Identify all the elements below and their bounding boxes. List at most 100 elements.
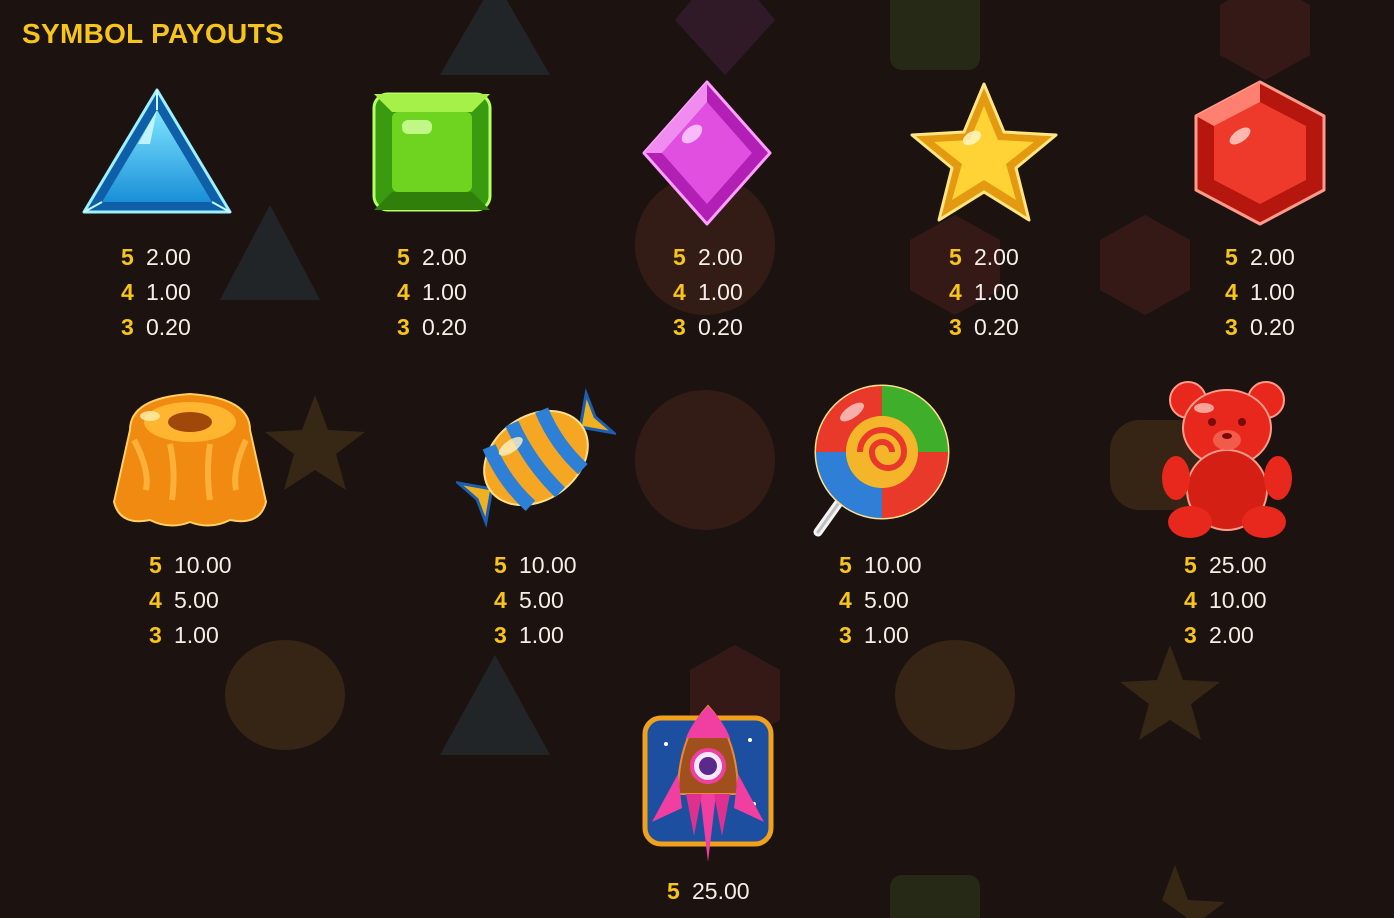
payout-row: 4 1.00 — [397, 275, 467, 310]
payout-row: 5 2.00 — [121, 240, 191, 275]
symbol-count: 3 — [1225, 314, 1238, 340]
symbol-count: 3 — [949, 314, 962, 340]
payout-row: 4 5.00 — [149, 583, 232, 618]
payout-value: 10.00 — [174, 552, 232, 578]
lollipop-icon — [808, 380, 954, 540]
payout-row: 4 1.00 — [673, 275, 743, 310]
symbol-count: 3 — [149, 622, 162, 648]
symbol-count: 3 — [1184, 622, 1197, 648]
symbol-count: 4 — [839, 587, 852, 613]
payout-value: 10.00 — [1209, 587, 1267, 613]
background-square-icon — [890, 875, 980, 918]
symbol-count: 4 — [494, 587, 507, 613]
paytable-screen: SYMBOL PAYOUTS 5 2.00 4 1.00 3 0.20 5 2.… — [0, 0, 1394, 918]
symbol-count: 5 — [667, 878, 680, 904]
payout-value: 10.00 — [864, 552, 922, 578]
payout-value: 25.00 — [692, 878, 750, 904]
symbol-count: 4 — [673, 279, 686, 305]
payout-row: 5 2.00 — [949, 240, 1019, 275]
payout-value: 5.00 — [174, 587, 219, 613]
payout-value: 5.00 — [519, 587, 564, 613]
symbol-count: 4 — [121, 279, 134, 305]
star-gem-icon — [906, 80, 1062, 226]
payout-row: 5 10.00 — [494, 548, 577, 583]
payout-row: 5 25.00 — [1184, 548, 1267, 583]
payout-list: 5 10.00 4 5.00 3 1.00 — [149, 548, 232, 653]
background-square-icon — [890, 0, 980, 70]
page-title: SYMBOL PAYOUTS — [22, 18, 284, 49]
symbol-count: 5 — [673, 244, 686, 270]
payout-row: 4 10.00 — [1184, 583, 1267, 618]
symbol-count: 4 — [949, 279, 962, 305]
payout-value: 2.00 — [146, 244, 191, 270]
symbol-count: 4 — [149, 587, 162, 613]
background-star-icon — [1120, 645, 1220, 740]
payout-value: 1.00 — [519, 622, 564, 648]
gummy-bear-icon — [1162, 378, 1292, 540]
payout-row: 4 5.00 — [839, 583, 922, 618]
payout-row: 3 0.20 — [1225, 310, 1295, 345]
payout-row: 5 10.00 — [149, 548, 232, 583]
payout-value: 0.20 — [974, 314, 1019, 340]
symbol-count: 4 — [1225, 279, 1238, 305]
symbol-count: 3 — [121, 314, 134, 340]
diamond-gem-icon — [640, 78, 774, 228]
symbol-count: 3 — [397, 314, 410, 340]
symbol-count: 5 — [494, 552, 507, 578]
symbol-count: 4 — [1184, 587, 1197, 613]
payout-row: 5 2.00 — [673, 240, 743, 275]
payout-list: 5 2.00 4 1.00 3 0.20 — [673, 240, 743, 345]
payout-value: 1.00 — [864, 622, 909, 648]
symbol-count: 5 — [1225, 244, 1238, 270]
background-candy-icon — [225, 640, 345, 750]
payout-value: 2.00 — [1209, 622, 1254, 648]
symbol-count: 3 — [494, 622, 507, 648]
payout-list: 5 2.00 4 1.00 3 0.20 — [397, 240, 467, 345]
payout-row: 5 2.00 — [1225, 240, 1295, 275]
payout-row: 3 0.20 — [397, 310, 467, 345]
payout-value: 0.20 — [698, 314, 743, 340]
hexagon-gem-icon — [1190, 78, 1330, 228]
symbol-count: 5 — [1184, 552, 1197, 578]
payout-row: 5 2.00 — [397, 240, 467, 275]
payout-row: 3 1.00 — [494, 618, 577, 653]
symbol-count: 5 — [397, 244, 410, 270]
background-diamond-icon — [675, 0, 775, 75]
symbol-count: 3 — [839, 622, 852, 648]
symbol-count: 5 — [149, 552, 162, 578]
background-lollipop-icon — [635, 390, 775, 530]
background-star-icon — [1162, 865, 1225, 918]
payout-value: 1.00 — [1250, 279, 1295, 305]
background-star-icon — [265, 395, 365, 490]
payout-value: 2.00 — [1250, 244, 1295, 270]
payout-row: 3 0.20 — [673, 310, 743, 345]
background-hexagon-icon — [1100, 215, 1190, 315]
payout-list: 5 10.00 4 5.00 3 1.00 — [839, 548, 922, 653]
square-gem-icon — [370, 90, 494, 214]
payout-value: 2.00 — [698, 244, 743, 270]
payout-list: 5 2.00 4 1.00 3 0.20 — [949, 240, 1019, 345]
payout-value: 25.00 — [1209, 552, 1267, 578]
payout-row: 4 1.00 — [949, 275, 1019, 310]
payout-list: 5 10.00 4 5.00 3 1.00 — [494, 548, 577, 653]
payout-value: 1.00 — [146, 279, 191, 305]
background-triangle-icon — [440, 0, 550, 75]
payout-value: 0.20 — [422, 314, 467, 340]
payout-value: 1.00 — [174, 622, 219, 648]
payout-value: 2.00 — [974, 244, 1019, 270]
jelly-pudding-icon — [110, 380, 270, 530]
symbol-count: 5 — [121, 244, 134, 270]
payout-value: 1.00 — [698, 279, 743, 305]
payout-row: 3 0.20 — [121, 310, 191, 345]
payout-row: 3 1.00 — [149, 618, 232, 653]
symbol-count: 5 — [839, 552, 852, 578]
background-hexagon-icon — [1220, 0, 1310, 80]
symbol-count: 4 — [397, 279, 410, 305]
payout-value: 1.00 — [974, 279, 1019, 305]
background-triangle-icon — [440, 655, 550, 755]
payout-value: 0.20 — [146, 314, 191, 340]
payout-list: 5 2.00 4 1.00 3 0.20 — [1225, 240, 1295, 345]
payout-row: 5 25.00 — [667, 874, 750, 909]
symbol-count: 3 — [673, 314, 686, 340]
payout-row: 5 10.00 — [839, 548, 922, 583]
